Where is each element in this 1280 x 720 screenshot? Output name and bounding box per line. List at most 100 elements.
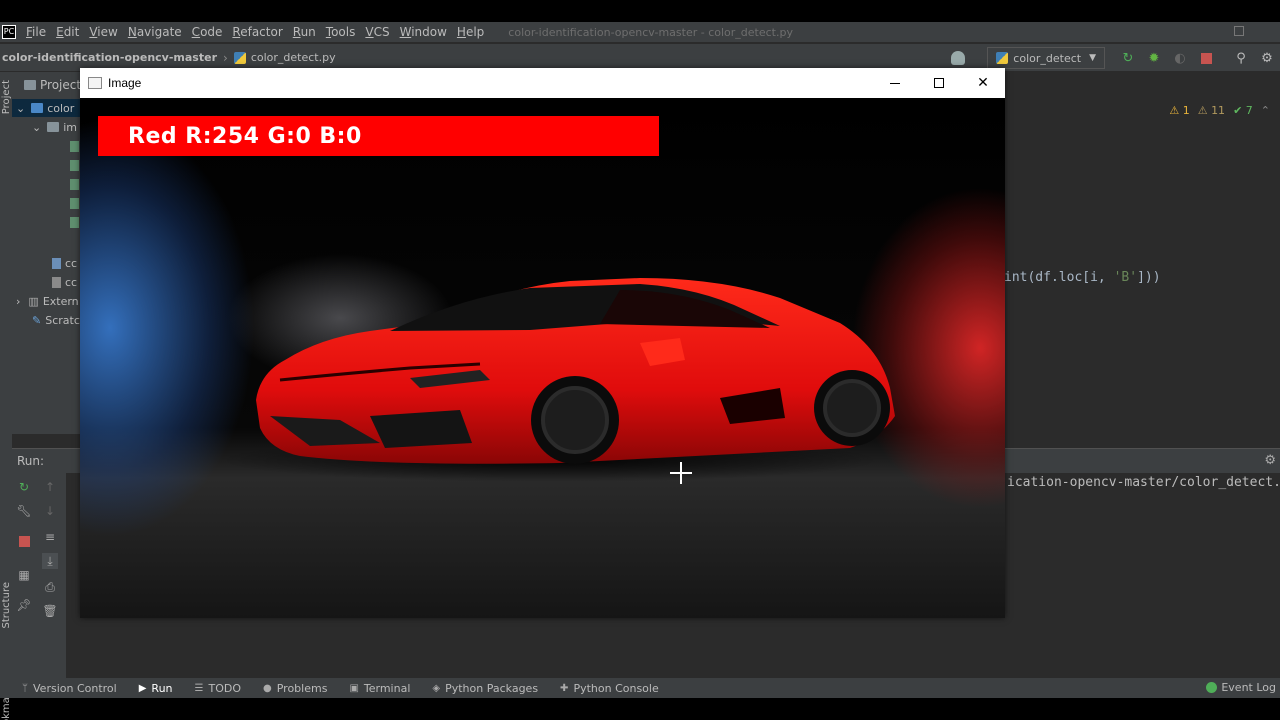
- inspection-widget[interactable]: ⚠ 1 ⚠ 11 ✔ 7 ⌃: [1169, 104, 1270, 117]
- tree-item[interactable]: cc: [52, 273, 77, 291]
- event-log-icon: [1206, 682, 1218, 693]
- code-string: 'B': [1113, 270, 1138, 285]
- minimize-button[interactable]: [873, 68, 917, 98]
- gear-icon[interactable]: ⚙: [1264, 453, 1276, 468]
- tool-python-packages[interactable]: ◈ Python Packages: [432, 682, 538, 695]
- run-configuration-select[interactable]: color_detect ▼: [987, 47, 1105, 69]
- search-icon[interactable]: ⚲: [1233, 50, 1249, 66]
- image-file-icon: [70, 197, 79, 209]
- tool-run[interactable]: ▶ Run: [139, 682, 173, 695]
- debug-bug-icon[interactable]: ✹: [1146, 50, 1162, 66]
- folder-icon: [31, 103, 44, 113]
- menu-window[interactable]: Window: [400, 25, 447, 39]
- menu-refactor[interactable]: Refactor: [232, 25, 282, 39]
- project-panel-header: Project: [12, 72, 82, 98]
- red-sports-car-image: [220, 278, 895, 482]
- rerun-icon[interactable]: ↻: [1120, 50, 1136, 66]
- tree-item[interactable]: cc: [52, 254, 77, 272]
- gear-icon[interactable]: ⚙: [1259, 50, 1275, 66]
- event-log[interactable]: Event Log: [1206, 681, 1276, 694]
- menu-code[interactable]: Code: [192, 25, 223, 39]
- close-button[interactable]: ✕: [961, 68, 1005, 98]
- tree-item[interactable]: ⌄ color: [12, 99, 82, 117]
- soft-wrap-icon[interactable]: ≡: [42, 529, 58, 545]
- tool-problems[interactable]: ● Problems: [263, 682, 327, 695]
- maximize-button[interactable]: [917, 68, 961, 98]
- coverage-icon[interactable]: ◐: [1172, 50, 1188, 66]
- stop-icon[interactable]: [16, 533, 32, 549]
- chevron-up-icon[interactable]: ⌃: [1261, 104, 1270, 117]
- run-output-text[interactable]: ication-opencv-master/color_detect.p: [1007, 475, 1280, 490]
- tool-todo[interactable]: ☰ TODO: [195, 682, 241, 695]
- tree-item[interactable]: › ▥ Extern: [16, 292, 79, 310]
- tool-label: Python Console: [573, 681, 659, 695]
- stop-icon[interactable]: [1198, 50, 1214, 66]
- menu-file[interactable]: File: [26, 25, 46, 39]
- tool-label: TODO: [208, 681, 241, 695]
- tree-item[interactable]: ⌄ im: [32, 118, 77, 136]
- folder-icon: [47, 122, 60, 132]
- menu-tools[interactable]: Tools: [326, 25, 356, 39]
- window-icon: [88, 77, 102, 89]
- info-icon: ●: [263, 682, 272, 694]
- event-log-label: Event Log: [1221, 681, 1276, 694]
- list-icon: ☰: [194, 682, 204, 694]
- menu-vcs[interactable]: VCS: [365, 25, 389, 39]
- menu-run[interactable]: Run: [293, 25, 316, 39]
- arrow-up-icon[interactable]: ↑: [42, 479, 58, 495]
- scroll-to-end-icon[interactable]: ⤓: [42, 553, 58, 569]
- ide-window-title: color-identification-opencv-master - col…: [508, 25, 793, 39]
- rerun-icon[interactable]: ↻: [16, 479, 32, 495]
- minimize-icon: [890, 82, 900, 84]
- menu-edit[interactable]: Edit: [56, 25, 79, 39]
- breadcrumb-project[interactable]: color-identification-opencv-master: [2, 51, 217, 64]
- chevron-right-icon: ›: [16, 294, 21, 308]
- tool-label: Terminal: [363, 681, 411, 695]
- code-line[interactable]: int(df.loc[i, 'B'])): [1004, 270, 1161, 285]
- code-text-end: ])): [1137, 270, 1161, 285]
- menu-navigate[interactable]: Navigate: [128, 25, 182, 39]
- tool-window-bar: ᛘ Version Control ▶ Run ☰ TODO ● Problems ▣ T…: [0, 678, 1280, 698]
- tool-version-control[interactable]: ᛘ Version Control: [22, 682, 117, 695]
- wrench-icon[interactable]: 🔧︎: [16, 503, 32, 519]
- image-file-icon: [70, 178, 79, 190]
- chevron-down-icon: ⌄: [32, 120, 42, 134]
- tool-label: Problems: [276, 681, 328, 695]
- warning-count-a: ⚠ 1: [1169, 104, 1190, 117]
- terminal-icon: ▣: [349, 682, 359, 694]
- user-account-icon[interactable]: [951, 51, 966, 65]
- pycharm-logo-icon: PC: [2, 25, 16, 39]
- run-panel-label: Run:: [17, 454, 45, 468]
- project-panel: Project ⌄ color ⌄ im cc cc › ▥ Extern ✎ …: [12, 72, 82, 434]
- stripe-project-tab[interactable]: Project: [1, 80, 12, 114]
- project-panel-title[interactable]: Project: [40, 78, 81, 92]
- tool-terminal[interactable]: ▣ Terminal: [349, 682, 410, 695]
- tree-item-label: Scratc: [45, 313, 80, 327]
- layout-icon[interactable]: ▦: [16, 567, 32, 583]
- detected-color-banner: Red R:254 G:0 B:0: [98, 116, 659, 156]
- restore-window-icon[interactable]: [1234, 26, 1244, 36]
- image-canvas[interactable]: Red R:254 G:0 B:0: [80, 98, 1005, 618]
- ok-count-value: 7: [1245, 104, 1253, 117]
- image-window-titlebar[interactable]: Image ✕: [80, 68, 1005, 98]
- menu-view[interactable]: View: [89, 25, 117, 39]
- trash-icon[interactable]: 🗑︎: [42, 603, 58, 619]
- menu-bar: PC File Edit View Navigate Code Refactor…: [0, 22, 1280, 42]
- image-window-title: Image: [108, 76, 142, 90]
- print-icon[interactable]: ⎙: [42, 579, 58, 595]
- tool-label: Python Packages: [445, 681, 539, 695]
- pin-icon[interactable]: 📌︎: [16, 597, 32, 613]
- run-configuration-label: color_detect: [1013, 51, 1082, 65]
- menu-help[interactable]: Help: [457, 25, 484, 39]
- detected-color-text: Red R:254 G:0 B:0: [128, 123, 362, 149]
- stripe-structure-tab[interactable]: Structure: [1, 582, 12, 629]
- tool-label: Run: [151, 681, 173, 695]
- image-file-icon: [70, 140, 79, 152]
- tool-python-console[interactable]: ✚ Python Console: [560, 682, 659, 695]
- image-window[interactable]: Image ✕ Red R:254 G:0 B:0: [80, 68, 1005, 618]
- csv-file-icon: [52, 276, 61, 288]
- code-text: int(df.loc[i,: [1004, 270, 1114, 285]
- arrow-down-icon[interactable]: ↓: [42, 503, 58, 519]
- breadcrumb-file[interactable]: color_detect.py: [233, 51, 336, 64]
- tree-item[interactable]: ✎ Scratc: [32, 311, 80, 329]
